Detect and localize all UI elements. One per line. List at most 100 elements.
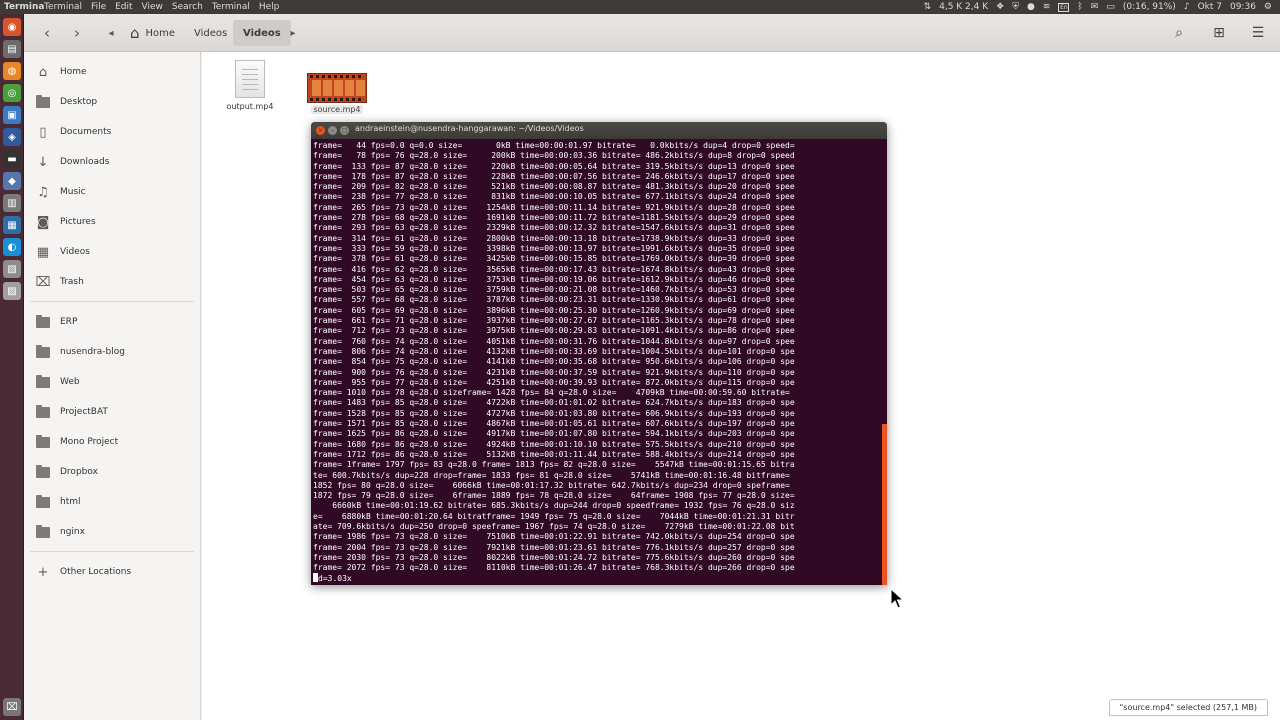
minimize-icon[interactable]: – — [328, 126, 337, 135]
sidebar-item-label: nginx — [60, 527, 85, 537]
breadcrumb-right-icon[interactable]: ▸ — [282, 22, 304, 44]
menu-view[interactable]: View — [142, 0, 163, 14]
sidebar-item-nusendra-blog[interactable]: nusendra-blog — [24, 339, 200, 365]
file-source-mp4[interactable]: source.mp4 — [302, 73, 372, 114]
dropbox-icon[interactable]: ❖ — [996, 0, 1004, 14]
terminal-line: frame= 1625 fps= 86 q=28.0 size= 4917kB … — [313, 429, 795, 439]
terminal-output[interactable]: frame= 44 fps=0.0 q=0.0 size= 0kB time=0… — [313, 141, 881, 583]
home-icon: ⌂ — [38, 64, 48, 80]
sidebar-item-label: Trash — [60, 277, 84, 287]
app-icon-4[interactable]: ◐ — [3, 238, 21, 256]
network-arrows-icon[interactable]: ⇅ — [924, 0, 932, 14]
chrome-icon[interactable]: ◎ — [3, 84, 21, 102]
sidebar-item-projectbat[interactable]: ProjectBAT — [24, 399, 200, 425]
sidebar-item-desktop[interactable]: Desktop — [24, 89, 200, 115]
wifi-icon[interactable]: ≋ — [1043, 0, 1051, 14]
terminal-line: frame= 378 fps= 61 q=28.0 size= 3425kB t… — [313, 254, 795, 264]
battery-status[interactable]: (0:16, 91%) — [1123, 0, 1176, 14]
terminal-line: frame= 557 fps= 68 q=28.0 size= 3787kB t… — [313, 295, 795, 305]
trash-launcher-icon[interactable]: ⌧ — [3, 698, 21, 716]
search-icon[interactable]: ⌕ — [1169, 23, 1189, 43]
app-icon-6[interactable]: ▨ — [3, 282, 21, 300]
sidebar-item-erp[interactable]: ERP — [24, 309, 200, 335]
close-icon[interactable]: × — [316, 126, 325, 135]
maximize-icon[interactable]: □ — [340, 126, 349, 135]
status-selection: "source.mp4" selected (257,1 MB) — [1108, 699, 1268, 716]
terminal-titlebar[interactable]: × – □ andraeinstein@nusendra-hanggarawan… — [311, 122, 887, 139]
app-icon-3[interactable]: ▦ — [3, 216, 21, 234]
sidebar-item-label: Downloads — [60, 157, 110, 167]
sidebar-item-home[interactable]: ⌂ Home — [24, 59, 200, 85]
menu-search[interactable]: Search — [172, 0, 203, 14]
language-indicator[interactable]: En — [1058, 2, 1070, 12]
menu-help[interactable]: Help — [259, 0, 280, 14]
sidebar-item-pictures[interactable]: ◙ Pictures — [24, 209, 200, 235]
menu-file[interactable]: File — [91, 0, 106, 14]
app-icon-2[interactable]: ▥ — [3, 194, 21, 212]
sidebar: ⌂ Home Desktop ▯ Documents ↓ Downloads ♫… — [24, 52, 201, 720]
clock-time[interactable]: 09:36 — [1230, 0, 1256, 14]
terminal-line: frame= 1010 fps= 78 q=28.0 sizeframe= 14… — [313, 388, 790, 398]
sidebar-item-label: Pictures — [60, 217, 96, 227]
terminal-scrollbar[interactable] — [882, 424, 887, 585]
clock-date[interactable]: Okt 7 — [1198, 0, 1222, 14]
software-center-icon[interactable]: ▣ — [3, 106, 21, 124]
sidebar-item-nginx[interactable]: nginx — [24, 519, 200, 545]
app-icon-1[interactable]: ◆ — [3, 172, 21, 190]
terminal-line: 1852 fps= 80 q=28.0 size= 6066kB time=00… — [313, 480, 790, 490]
sidebar-item-music[interactable]: ♫ Music — [24, 179, 200, 205]
shield-icon[interactable]: ⛨ — [1012, 0, 1019, 14]
back-icon[interactable]: ‹ — [36, 22, 58, 44]
folder-icon — [36, 494, 50, 508]
bluetooth-icon[interactable]: ᛒ — [1077, 0, 1082, 14]
mail-icon[interactable]: ✉ — [1091, 0, 1099, 14]
sidebar-item-web[interactable]: Web — [24, 369, 200, 395]
battery-icon[interactable]: ▭ — [1106, 0, 1115, 14]
terminal-line: frame= 854 fps= 75 q=28.0 size= 4141kB t… — [313, 357, 795, 367]
terminal-line: ate= 709.6kbits/s dup=250 drop=0 speefra… — [313, 521, 795, 531]
home-icon: ⌂ — [130, 24, 140, 42]
sidebar-item-html[interactable]: html — [24, 489, 200, 515]
menu-icon[interactable]: ☰ — [1248, 23, 1268, 43]
sidebar-item-label: ERP — [60, 317, 78, 327]
sidebar-item-trash[interactable]: ⌧ Trash — [24, 269, 200, 295]
terminal-line: frame= 416 fps= 62 q=28.0 size= 3565kB t… — [313, 264, 795, 274]
sidebar-item-other-locations[interactable]: + Other Locations — [24, 559, 200, 585]
volume-icon[interactable]: ♪ — [1184, 0, 1190, 14]
terminal-line: frame= 1712 fps= 86 q=28.0 size= 5132kB … — [313, 449, 795, 459]
record-icon[interactable]: ● — [1027, 0, 1035, 14]
sidebar-item-downloads[interactable]: ↓ Downloads — [24, 149, 200, 175]
sidebar-item-videos[interactable]: ▦ Videos — [24, 239, 200, 265]
breadcrumb-home-label: Home — [145, 27, 176, 39]
top-panel: Termina Terminal File Edit View Search T… — [0, 0, 1280, 14]
forward-icon[interactable]: › — [66, 22, 88, 44]
terminal-line: frame= 1528 fps= 85 q=28.0 size= 4727kB … — [313, 408, 795, 418]
sidebar-item-mono-project[interactable]: Mono Project — [24, 429, 200, 455]
sidebar-item-label: Web — [60, 377, 80, 387]
terminal-icon[interactable]: ▬ — [3, 150, 21, 168]
camera-icon: ◙ — [36, 214, 50, 230]
firefox-icon[interactable]: ◍ — [3, 62, 21, 80]
breadcrumb-left-icon[interactable]: ◂ — [100, 22, 122, 44]
grid-view-icon[interactable]: ⊞ — [1209, 23, 1229, 43]
menu-edit[interactable]: Edit — [115, 0, 132, 14]
sidebar-separator — [30, 551, 194, 552]
file-output-mp4[interactable]: output.mp4 — [215, 60, 285, 111]
breadcrumb-videos[interactable]: Videos — [184, 20, 237, 46]
menu-terminal-2[interactable]: Terminal — [212, 0, 250, 14]
sidebar-item-dropbox[interactable]: Dropbox — [24, 459, 200, 485]
terminal-line: frame= 2004 fps= 73 q=28.0 size= 7921kB … — [313, 542, 795, 552]
files-icon[interactable]: ▤ — [3, 40, 21, 58]
menu-terminal[interactable]: Terminal — [44, 0, 82, 14]
terminal-line: frame= 44 fps=0.0 q=0.0 size= 0kB time=0… — [313, 141, 795, 150]
power-gear-icon[interactable]: ⚙ — [1264, 0, 1272, 14]
code-editor-icon[interactable]: ◈ — [3, 128, 21, 146]
terminal-line: frame= 806 fps= 74 q=28.0 size= 4132kB t… — [313, 346, 795, 356]
sidebar-item-documents[interactable]: ▯ Documents — [24, 119, 200, 145]
terminal-line: frame= 209 fps= 82 q=28.0 size= 521kB ti… — [313, 182, 795, 192]
music-icon: ♫ — [37, 184, 49, 200]
ubuntu-dash-icon[interactable]: ◉ — [3, 18, 21, 36]
app-icon-5[interactable]: ▧ — [3, 260, 21, 278]
breadcrumb-home[interactable]: ⌂ Home — [120, 20, 185, 46]
terminal-window[interactable]: × – □ andraeinstein@nusendra-hanggarawan… — [311, 122, 887, 585]
